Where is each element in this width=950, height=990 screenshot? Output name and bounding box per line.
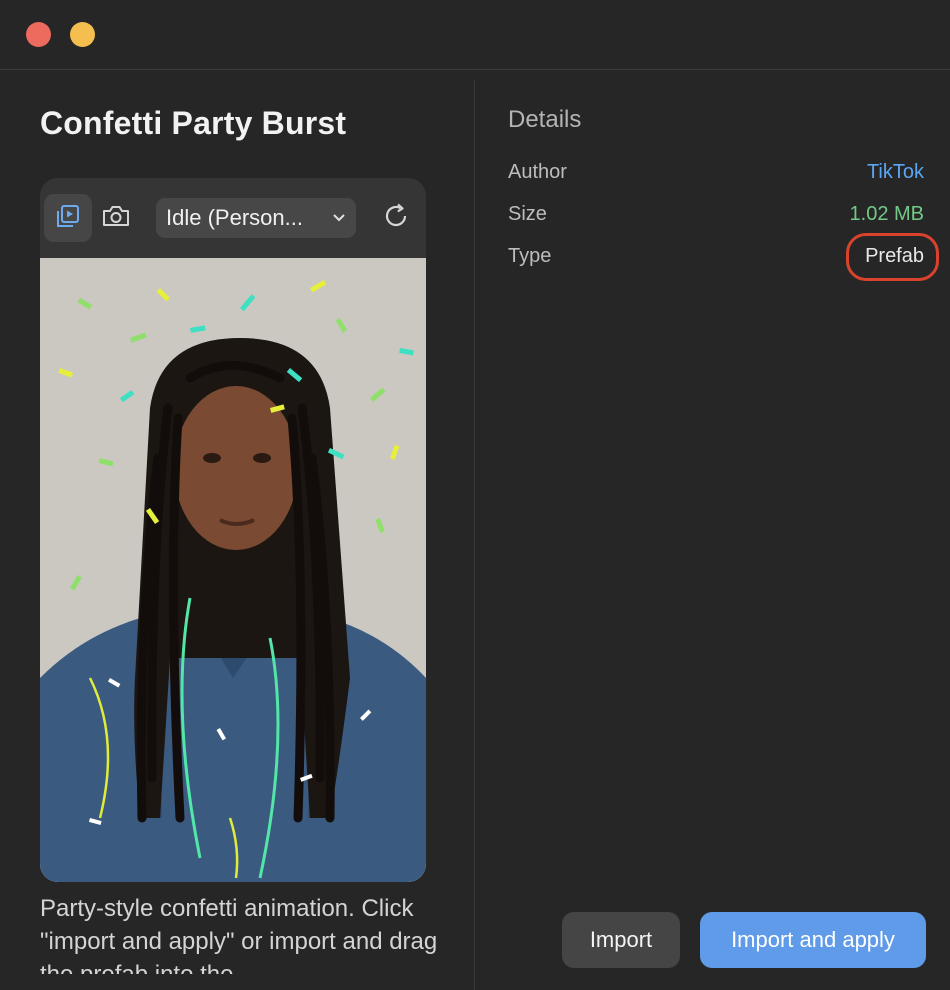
animation-dropdown[interactable]: Idle (Person... — [156, 198, 356, 238]
title-bar — [0, 0, 950, 70]
detail-label: Type — [508, 245, 552, 267]
detail-row-author: Author TikTok — [508, 161, 924, 191]
play-preview-icon — [54, 202, 82, 235]
author-link[interactable]: TikTok — [867, 161, 924, 184]
chevron-down-icon — [332, 211, 346, 225]
window-close-button[interactable] — [26, 22, 51, 47]
window-minimize-button[interactable] — [70, 22, 95, 47]
detail-row-size: Size 1.02 MB — [508, 203, 924, 233]
preview-panel: Confetti Party Burst Idle (Person... Par… — [0, 71, 474, 990]
preview-image — [40, 258, 426, 882]
highlight-annotation — [846, 233, 939, 281]
effect-title: Confetti Party Burst — [40, 105, 347, 141]
import-button[interactable]: Import — [562, 912, 680, 968]
size-value: 1.02 MB — [849, 203, 924, 225]
preview-card: Idle (Person... — [40, 178, 426, 882]
detail-label: Size — [508, 203, 547, 225]
camera-icon — [101, 202, 131, 235]
details-heading: Details — [508, 106, 582, 133]
details-panel: Details Author TikTok Size 1.02 MB Type … — [475, 71, 950, 990]
camera-button[interactable] — [92, 194, 140, 242]
dropdown-value: Idle (Person... — [166, 205, 303, 230]
detail-label: Author — [508, 161, 567, 183]
effect-description: Party-style confetti animation. Click "i… — [40, 895, 438, 974]
refresh-button[interactable] — [372, 194, 420, 242]
import-and-apply-button[interactable]: Import and apply — [700, 912, 926, 968]
play-preview-button[interactable] — [44, 194, 92, 242]
refresh-icon — [381, 201, 411, 236]
preview-toolbar: Idle (Person... — [40, 178, 426, 258]
